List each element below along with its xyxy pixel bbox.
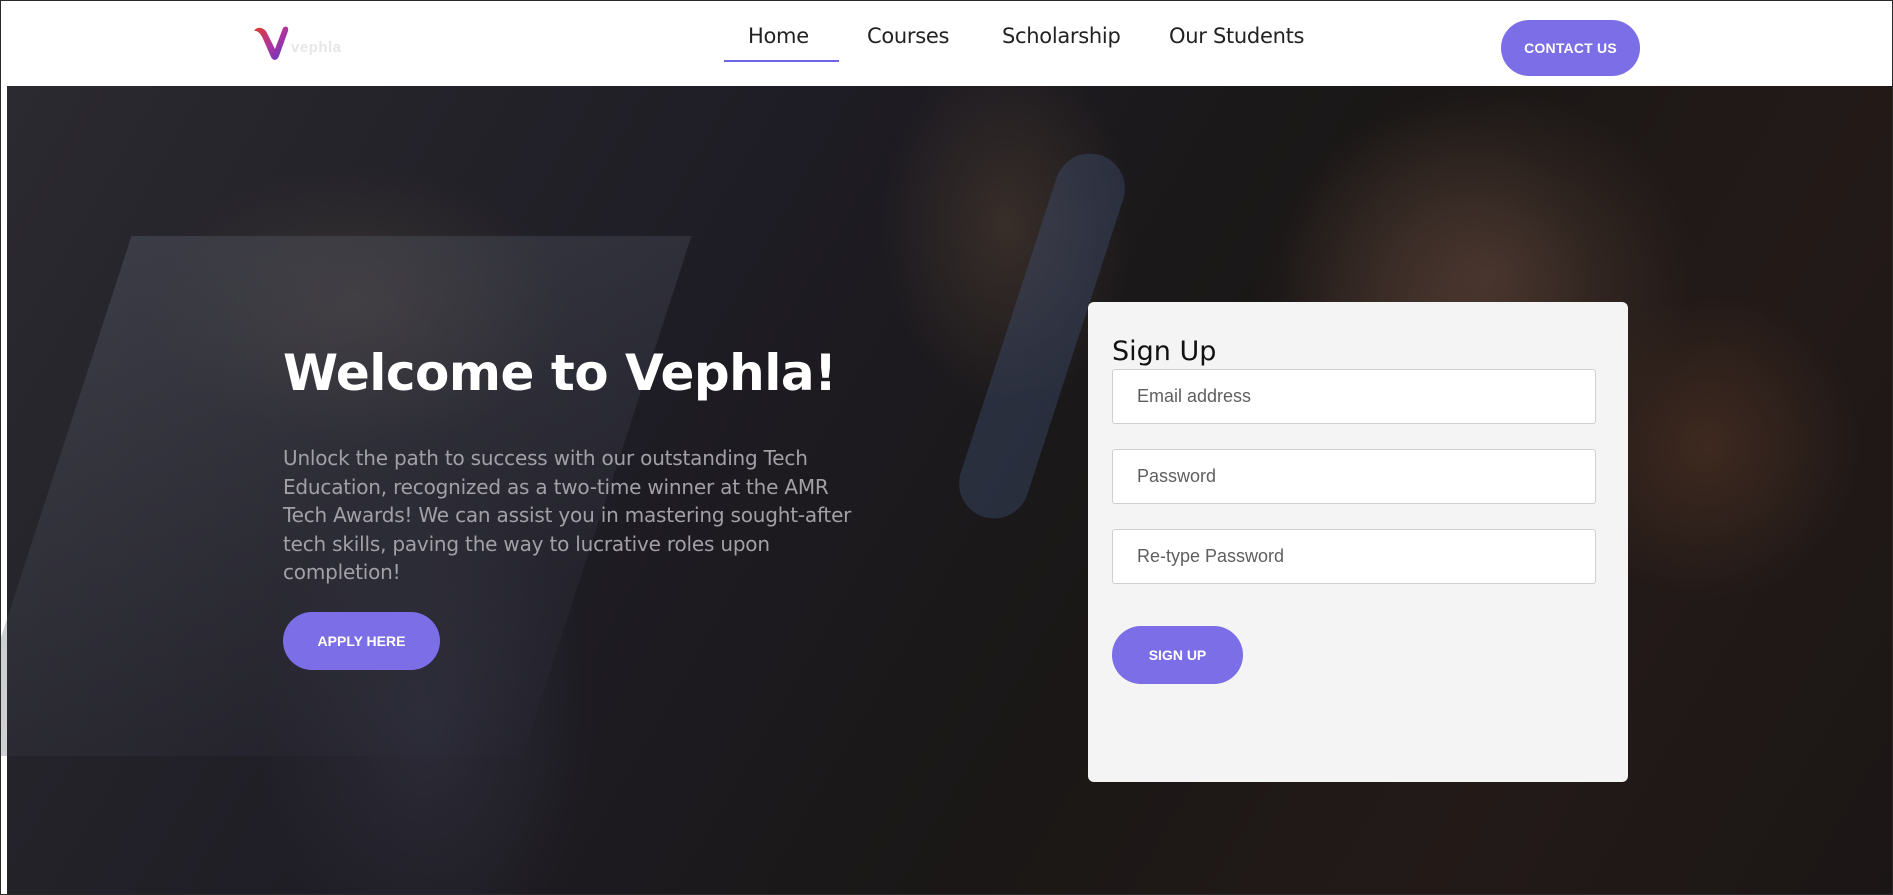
hero-title: Welcome to Vephla!: [283, 344, 837, 402]
logo-wordmark: vephla: [291, 39, 342, 56]
vephla-logo[interactable]: vephla: [251, 21, 351, 65]
logo-mark-icon: [254, 26, 289, 60]
browser-viewport: vephla Home Courses Scholarship Our Stud…: [0, 0, 1893, 895]
nav-item-home[interactable]: Home: [748, 24, 809, 48]
nav-item-courses[interactable]: Courses: [867, 24, 949, 48]
hero-description: Unlock the path to success with our outs…: [283, 446, 852, 584]
contact-us-button[interactable]: CONTACT US: [1501, 20, 1640, 76]
hero-section: Welcome to Vephla! Unlock the path to su…: [1, 86, 1892, 894]
retype-password-field[interactable]: [1112, 529, 1596, 584]
email-field[interactable]: [1112, 369, 1596, 424]
signup-card: Sign Up SIGN UP: [1088, 302, 1628, 782]
apply-here-button[interactable]: APPLY HERE: [283, 612, 440, 670]
nav-active-indicator: [724, 60, 839, 62]
password-field[interactable]: [1112, 449, 1596, 504]
site-header: vephla Home Courses Scholarship Our Stud…: [7, 1, 1892, 86]
sign-up-button[interactable]: SIGN UP: [1112, 626, 1243, 684]
nav-item-scholarship[interactable]: Scholarship: [1002, 24, 1121, 48]
signup-title: Sign Up: [1112, 336, 1217, 367]
nav-item-our-students[interactable]: Our Students: [1169, 24, 1304, 48]
